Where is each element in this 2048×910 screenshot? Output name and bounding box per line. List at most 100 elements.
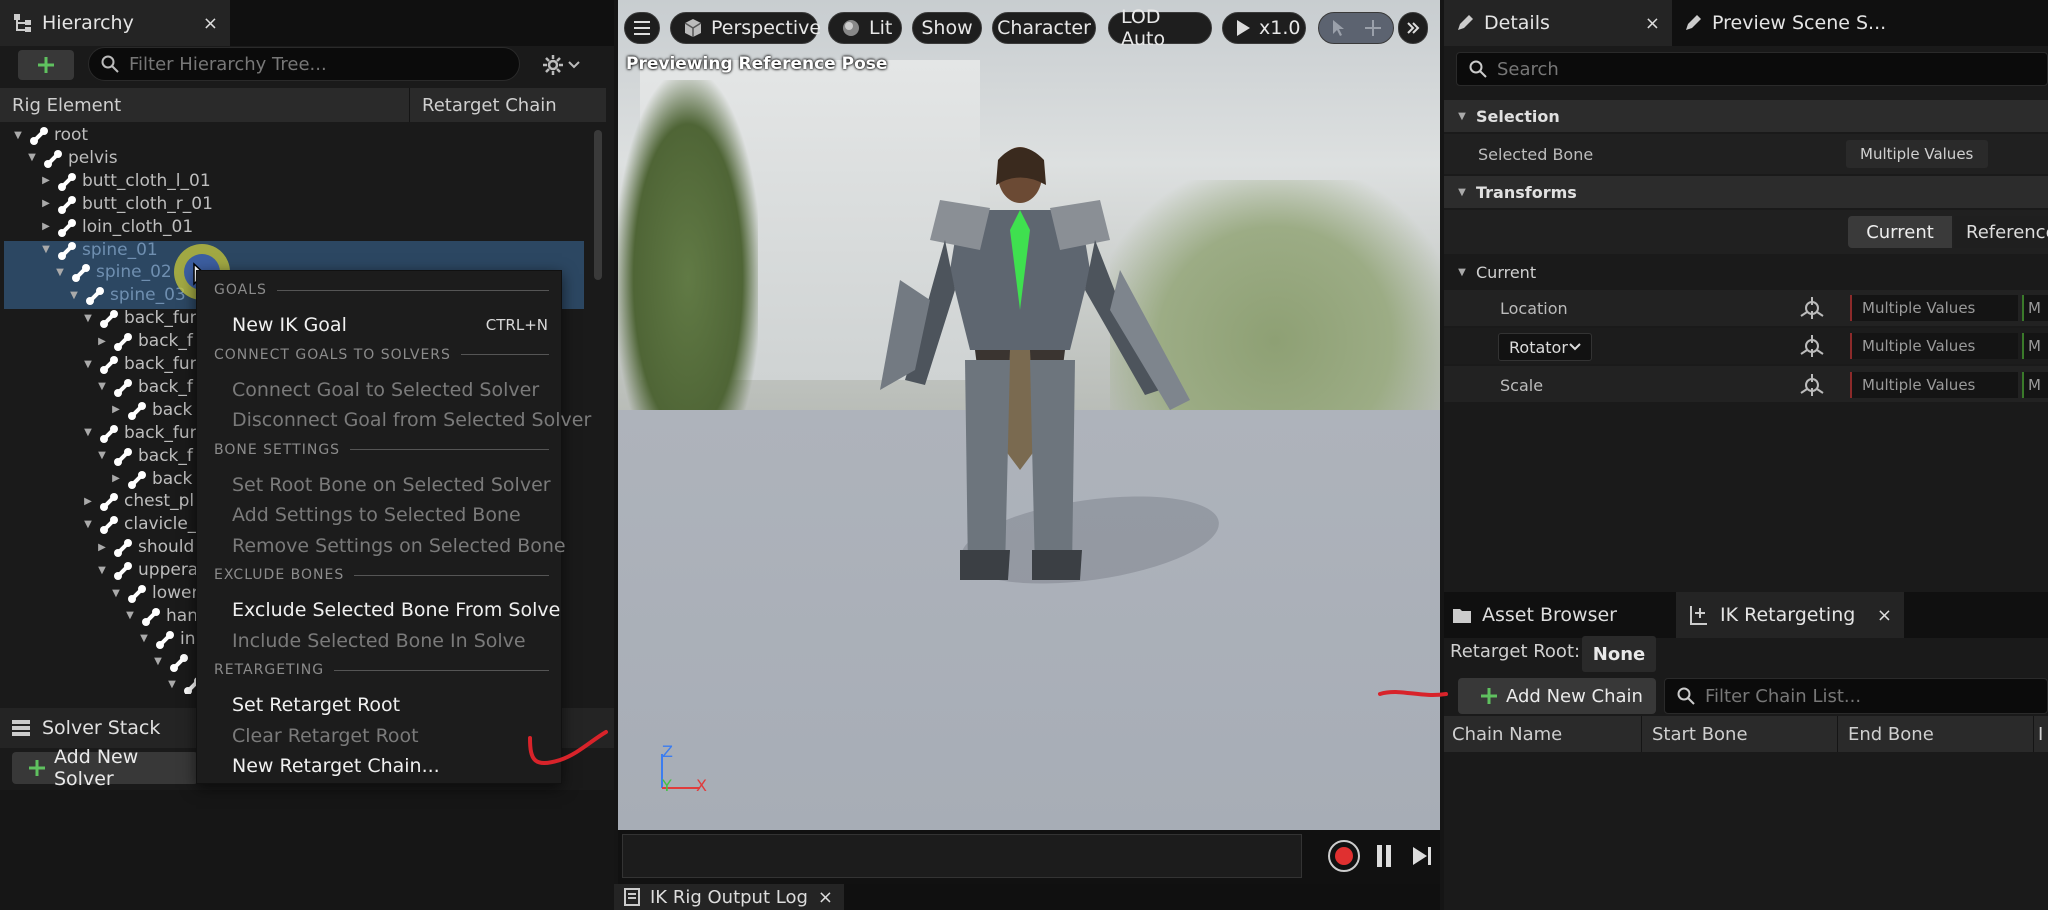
col-partial[interactable]: I bbox=[2034, 724, 2043, 745]
tree-row[interactable]: ▶ should bbox=[96, 536, 194, 558]
close-icon[interactable]: × bbox=[818, 887, 833, 908]
expand-arrow-icon[interactable]: ▶ bbox=[40, 221, 52, 233]
selection-section-header[interactable]: ▼ Selection bbox=[1444, 100, 2048, 132]
expand-arrow-icon[interactable]: ▶ bbox=[82, 495, 94, 507]
move-icon[interactable] bbox=[1364, 19, 1382, 37]
chain-filter-search[interactable]: Filter Chain List... bbox=[1664, 678, 2048, 714]
output-log-tab[interactable]: IK Rig Output Log × bbox=[614, 884, 844, 910]
collapse-arrow-icon[interactable]: ▼ bbox=[96, 381, 108, 393]
tree-row[interactable]: ▶ back bbox=[110, 399, 192, 421]
collapse-arrow-icon[interactable]: ▼ bbox=[166, 679, 178, 691]
tree-row[interactable]: ▼ root bbox=[12, 124, 88, 146]
add-new-solver-button[interactable]: Add New Solver bbox=[12, 746, 198, 790]
collapse-arrow-icon[interactable]: ▼ bbox=[138, 633, 150, 645]
collapse-arrow-icon[interactable]: ▼ bbox=[96, 564, 108, 576]
col-start-bone[interactable]: Start Bone bbox=[1642, 716, 1838, 752]
details-search[interactable]: Search bbox=[1456, 52, 2048, 86]
viewport-menu-button[interactable] bbox=[624, 12, 660, 44]
tree-row[interactable]: ▼ spine_02 bbox=[54, 261, 172, 283]
location-y-value[interactable]: M bbox=[2022, 295, 2048, 321]
collapse-arrow-icon[interactable]: ▼ bbox=[40, 244, 52, 256]
character-button[interactable]: Character bbox=[992, 12, 1096, 44]
lod-button[interactable]: LOD Auto bbox=[1108, 6, 1212, 50]
more-options-button[interactable] bbox=[1398, 12, 1428, 44]
add-element-button[interactable] bbox=[18, 50, 74, 80]
collapse-arrow-icon[interactable]: ▼ bbox=[110, 587, 122, 599]
tree-row[interactable]: ▼ han bbox=[124, 605, 198, 627]
ik-retargeting-tab[interactable]: IK Retargeting × bbox=[1676, 592, 1904, 638]
tree-row[interactable]: ▼ clavicle_ bbox=[82, 513, 196, 535]
col-end-bone[interactable]: End Bone bbox=[1838, 716, 2034, 752]
tree-row[interactable]: ▼ upperar bbox=[96, 559, 205, 581]
tree-row[interactable]: ▼ pelvis bbox=[26, 147, 117, 169]
close-icon[interactable]: × bbox=[1877, 605, 1892, 626]
reset-transform-icon[interactable] bbox=[1800, 296, 1824, 320]
current-toggle-button[interactable]: Current bbox=[1848, 216, 1952, 248]
play-speed-button[interactable]: x1.0 bbox=[1222, 12, 1306, 44]
location-x-value[interactable]: Multiple Values bbox=[1850, 295, 2018, 321]
rotator-x-value[interactable]: Multiple Values bbox=[1850, 333, 2018, 359]
tree-row[interactable]: ▶ loin_cloth_01 bbox=[40, 216, 193, 238]
collapse-arrow-icon[interactable]: ▼ bbox=[82, 358, 94, 370]
lit-button[interactable]: Lit bbox=[828, 12, 902, 44]
tree-row[interactable]: ▶ butt_cloth_r_01 bbox=[40, 193, 213, 215]
settings-button[interactable] bbox=[536, 52, 586, 78]
collapse-arrow-icon[interactable]: ▼ bbox=[152, 656, 164, 668]
menu-item[interactable]: Exclude Selected Bone From Solve bbox=[232, 599, 560, 621]
hierarchy-scrollbar[interactable] bbox=[594, 130, 602, 280]
expand-arrow-icon[interactable]: ▶ bbox=[96, 335, 108, 347]
menu-item[interactable]: New Retarget Chain... bbox=[232, 755, 440, 777]
tree-row[interactable]: ▼ back_fur bbox=[82, 422, 197, 444]
col-retarget-chain[interactable]: Retarget Chain bbox=[410, 95, 557, 116]
add-new-chain-button[interactable]: Add New Chain bbox=[1458, 678, 1656, 714]
reset-transform-icon[interactable] bbox=[1800, 373, 1824, 397]
tree-row[interactable]: ▼ back_fur bbox=[82, 307, 197, 329]
rotator-y-value[interactable]: M bbox=[2022, 333, 2048, 359]
play-forward-button[interactable] bbox=[1410, 842, 1434, 870]
pause-button[interactable] bbox=[1374, 842, 1394, 870]
transforms-section-header[interactable]: ▼ Transforms bbox=[1444, 176, 2048, 208]
tree-row[interactable]: ▶ back bbox=[110, 468, 192, 490]
collapse-arrow-icon[interactable]: ▼ bbox=[82, 427, 94, 439]
timeline-track[interactable] bbox=[622, 834, 1302, 878]
rotator-dropdown[interactable]: Rotator bbox=[1498, 333, 1592, 361]
collapse-arrow-icon[interactable]: ▼ bbox=[124, 610, 136, 622]
scale-x-value[interactable]: Multiple Values bbox=[1850, 372, 2018, 398]
tree-row[interactable]: ▶ chest_pl bbox=[82, 490, 194, 512]
close-icon[interactable]: × bbox=[1645, 13, 1660, 34]
tree-row[interactable]: ▼ spine_01 bbox=[40, 239, 158, 261]
current-subsection-header[interactable]: ▼ Current bbox=[1444, 256, 2048, 288]
expand-arrow-icon[interactable]: ▶ bbox=[96, 541, 108, 553]
expand-arrow-icon[interactable]: ▶ bbox=[110, 404, 122, 416]
details-tab[interactable]: Details × bbox=[1444, 0, 1672, 46]
retarget-root-value[interactable]: None bbox=[1582, 636, 1656, 672]
collapse-arrow-icon[interactable]: ▼ bbox=[68, 289, 80, 301]
tree-row[interactable]: ▼ bbox=[152, 651, 194, 673]
reference-toggle-button[interactable]: Reference bbox=[1954, 216, 2048, 248]
expand-arrow-icon[interactable]: ▶ bbox=[40, 198, 52, 210]
preview-scene-tab[interactable]: Preview Scene S... bbox=[1684, 0, 2048, 46]
collapse-arrow-icon[interactable]: ▼ bbox=[54, 266, 66, 278]
hierarchy-search[interactable]: Filter Hierarchy Tree... bbox=[88, 47, 520, 81]
tree-row[interactable]: ▼ spine_03 bbox=[68, 284, 186, 306]
hierarchy-tab[interactable]: Hierarchy × bbox=[0, 0, 230, 46]
col-rig-element[interactable]: Rig Element bbox=[0, 88, 410, 122]
tree-row[interactable]: ▼ in bbox=[138, 628, 195, 650]
show-button[interactable]: Show bbox=[912, 12, 982, 44]
expand-arrow-icon[interactable]: ▶ bbox=[110, 473, 122, 485]
tree-row[interactable]: ▼ back_fur bbox=[82, 353, 197, 375]
collapse-arrow-icon[interactable]: ▼ bbox=[82, 312, 94, 324]
asset-browser-tab[interactable]: Asset Browser bbox=[1452, 592, 1672, 638]
tree-row[interactable]: ▶ back_f bbox=[96, 330, 193, 352]
tree-row[interactable]: ▶ butt_cloth_l_01 bbox=[40, 170, 211, 192]
collapse-arrow-icon[interactable]: ▼ bbox=[12, 129, 24, 141]
transform-tools[interactable] bbox=[1318, 12, 1394, 44]
menu-item[interactable]: New IK Goal bbox=[232, 314, 347, 336]
close-icon[interactable]: × bbox=[203, 13, 218, 34]
collapse-arrow-icon[interactable]: ▼ bbox=[26, 152, 38, 164]
select-arrow-icon[interactable] bbox=[1331, 19, 1345, 37]
reset-transform-icon[interactable] bbox=[1800, 334, 1824, 358]
collapse-arrow-icon[interactable]: ▼ bbox=[96, 450, 108, 462]
perspective-button[interactable]: Perspective bbox=[670, 12, 821, 44]
menu-item[interactable]: Set Retarget Root bbox=[232, 694, 400, 716]
